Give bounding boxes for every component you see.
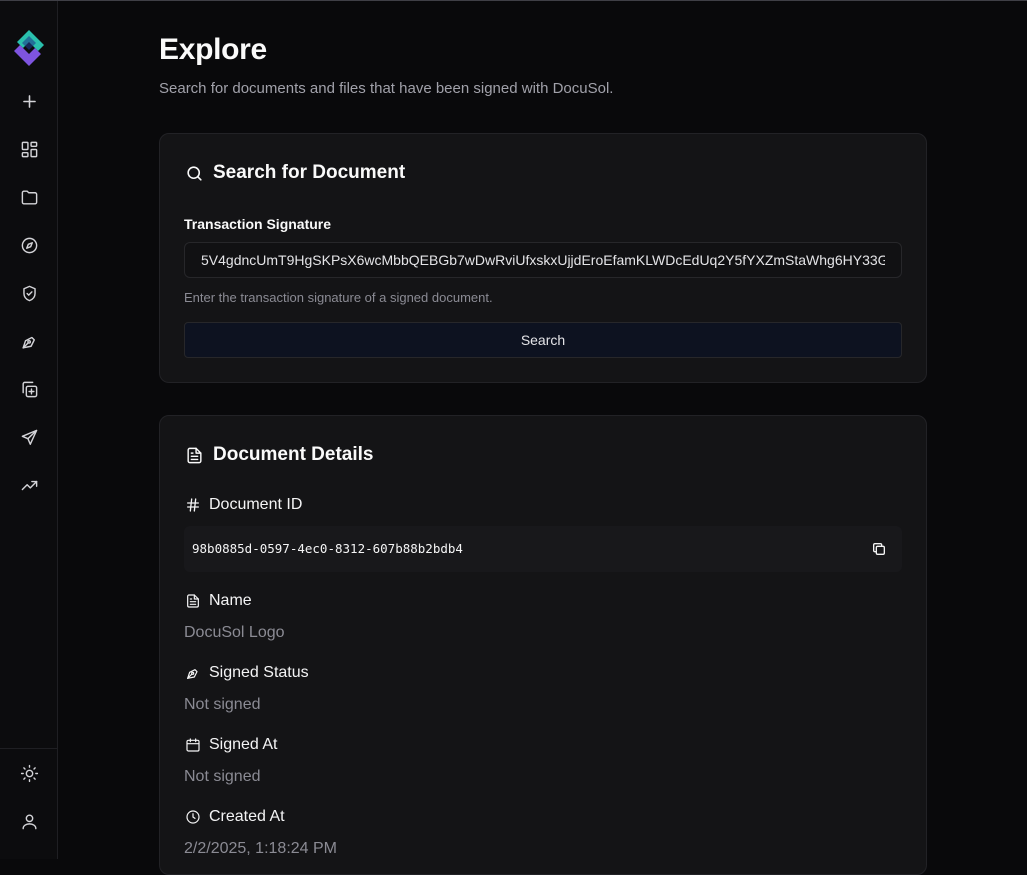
shield-check-icon[interactable] <box>13 277 45 309</box>
transaction-signature-help: Enter the transaction signature of a sig… <box>184 290 493 305</box>
file-text-icon <box>187 447 202 463</box>
transaction-signature-label: Transaction Signature <box>184 216 332 232</box>
user-icon[interactable] <box>13 805 45 837</box>
document-id-value: 98b0885d-0597-4ec0-8312-607b88b2bdb4 <box>192 541 463 556</box>
document-details-card: Document Details Document ID 98b0885d-05… <box>159 415 927 875</box>
created-at-value: 2/2/2025, 1:18:24 PM <box>184 840 337 857</box>
sun-icon[interactable] <box>13 757 45 789</box>
copy-plus-icon[interactable] <box>13 373 45 405</box>
page-subtitle: Search for documents and files that have… <box>159 80 614 97</box>
plus-icon[interactable] <box>13 85 45 117</box>
created-at-label: Created At <box>185 808 285 826</box>
signed-status-value: Not signed <box>184 696 261 713</box>
sidebar <box>0 1 58 859</box>
sidebar-divider <box>0 748 58 749</box>
search-button[interactable]: Search <box>184 322 902 358</box>
document-id-label: Document ID <box>185 496 302 514</box>
signed-status-label: Signed Status <box>185 664 309 682</box>
search-card-title-text: Search for Document <box>213 162 406 183</box>
send-icon[interactable] <box>13 421 45 453</box>
trending-up-icon[interactable] <box>13 469 45 501</box>
signed-at-value: Not signed <box>184 768 261 785</box>
file-text-icon <box>187 594 199 608</box>
transaction-signature-input[interactable] <box>184 242 902 278</box>
hash-icon <box>187 498 199 512</box>
page-title: Explore <box>159 33 267 66</box>
docusol-logo[interactable] <box>11 28 47 68</box>
dashboard-icon[interactable] <box>13 133 45 165</box>
details-card-title: Document Details <box>185 444 373 466</box>
window-top-border <box>0 0 1027 1</box>
folder-icon[interactable] <box>13 181 45 213</box>
name-label: Name <box>185 592 252 610</box>
compass-icon[interactable] <box>13 229 45 261</box>
document-id-box: 98b0885d-0597-4ec0-8312-607b88b2bdb4 <box>184 526 902 572</box>
copy-icon[interactable] <box>868 538 890 560</box>
name-value: DocuSol Logo <box>184 624 285 641</box>
search-card-title: Search for Document <box>185 162 405 184</box>
details-card-title-text: Document Details <box>213 444 374 465</box>
signed-at-label: Signed At <box>185 736 278 754</box>
pen-tool-icon[interactable] <box>13 325 45 357</box>
search-card: Search for Document Transaction Signatur… <box>159 133 927 383</box>
calendar-icon <box>186 738 200 752</box>
pen-tool-icon <box>187 669 198 679</box>
clock-icon <box>186 810 200 824</box>
search-icon <box>187 165 202 181</box>
